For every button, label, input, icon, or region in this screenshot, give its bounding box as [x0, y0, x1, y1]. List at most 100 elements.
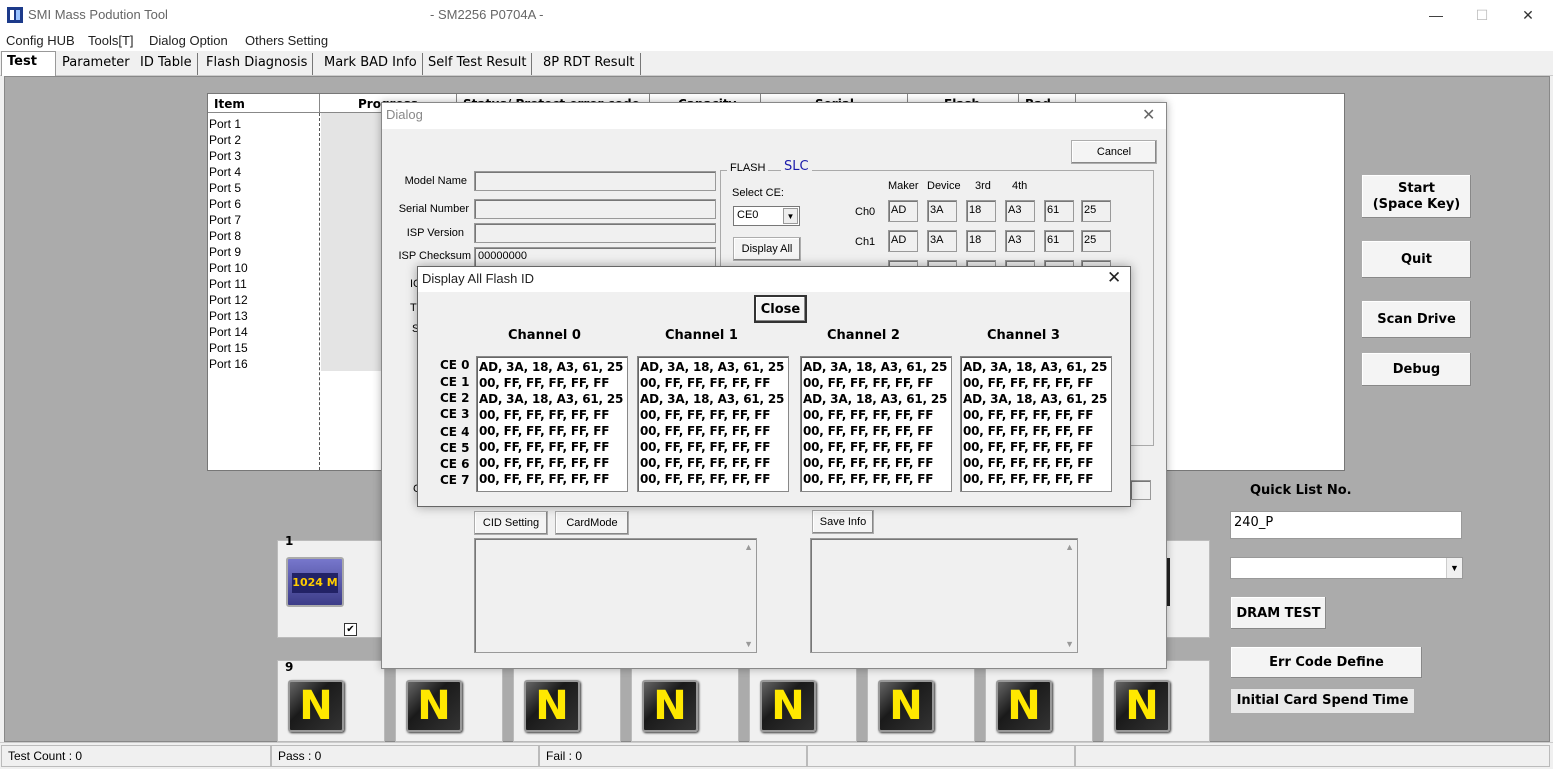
- ch1-id-field[interactable]: 61: [1044, 230, 1074, 252]
- cid-setting-button[interactable]: CID Setting: [474, 511, 548, 535]
- table-row[interactable]: Port 5: [209, 180, 241, 196]
- app-title: SMI Mass Podution Tool: [28, 7, 168, 22]
- channel-2-ids[interactable]: AD, 3A, 18, A3, 61, 25 00, FF, FF, FF, F…: [800, 356, 952, 492]
- slot-checkbox[interactable]: ✔: [344, 623, 357, 636]
- ch1-id-field[interactable]: AD: [888, 230, 918, 252]
- maximize-button[interactable]: ☐: [1459, 0, 1505, 30]
- channel-0-ids[interactable]: AD, 3A, 18, A3, 61, 25 00, FF, FF, FF, F…: [476, 356, 628, 492]
- minimize-button[interactable]: —: [1413, 0, 1459, 30]
- chevron-down-icon[interactable]: ▼: [783, 208, 798, 224]
- col-item[interactable]: Item: [208, 94, 320, 113]
- table-row[interactable]: Port 3: [209, 148, 241, 164]
- table-row[interactable]: Port 6: [209, 196, 241, 212]
- progress-strip: [321, 113, 383, 371]
- ch0-id-field[interactable]: 25: [1081, 200, 1111, 222]
- popup-close-icon[interactable]: ✕: [1107, 268, 1121, 288]
- tab-mark-bad-info[interactable]: Mark BAD Info: [319, 53, 423, 75]
- err-code-define-button[interactable]: Err Code Define: [1230, 646, 1423, 679]
- flash-id-line: 00, FF, FF, FF, FF, FF: [803, 472, 934, 486]
- table-row[interactable]: Port 14: [209, 324, 248, 340]
- menu-dialog-option[interactable]: Dialog Option: [149, 33, 228, 48]
- scroll-down-icon[interactable]: ▼: [744, 639, 753, 649]
- flash-id-line: 00, FF, FF, FF, FF, FF: [640, 456, 771, 470]
- status-cell-empty: [1075, 745, 1550, 767]
- ch0-id-field[interactable]: A3: [1005, 200, 1035, 222]
- quick-list-select[interactable]: ▼: [1230, 557, 1463, 579]
- dialog-field-right[interactable]: [1130, 480, 1151, 500]
- table-row[interactable]: Port 12: [209, 292, 248, 308]
- ch1-id-field[interactable]: 3A: [927, 230, 957, 252]
- card-mode-button[interactable]: CardMode: [555, 511, 629, 535]
- table-row[interactable]: Port 16: [209, 356, 248, 372]
- tab-test[interactable]: Test: [1, 51, 56, 76]
- tab-self-test-result[interactable]: Self Test Result: [423, 53, 533, 75]
- menu-others-setting[interactable]: Others Setting: [245, 33, 328, 48]
- flash-id-line: 00, FF, FF, FF, FF, FF: [963, 472, 1094, 486]
- scroll-down-icon[interactable]: ▼: [1065, 639, 1074, 649]
- flash-id-line: AD, 3A, 18, A3, 61, 25: [640, 360, 785, 374]
- chevron-down-icon[interactable]: ▼: [1446, 558, 1462, 578]
- table-row[interactable]: Port 10: [209, 260, 248, 276]
- quick-list-label: Quick List No.: [1250, 483, 1352, 498]
- table-row[interactable]: Port 1: [209, 116, 241, 132]
- dialog-close-icon[interactable]: ✕: [1142, 105, 1155, 125]
- display-all-button[interactable]: Display All: [733, 237, 801, 261]
- scroll-up-icon[interactable]: ▲: [744, 542, 753, 552]
- start-button[interactable]: Start (Space Key): [1361, 174, 1472, 219]
- info-textarea-left[interactable]: ▲ ▼: [474, 538, 757, 653]
- quick-list-input[interactable]: 240_P: [1230, 511, 1462, 539]
- table-row[interactable]: Port 9: [209, 244, 241, 260]
- ch0-id-field[interactable]: AD: [888, 200, 918, 222]
- select-ce-dropdown[interactable]: CE0 ▼: [733, 206, 800, 226]
- title-bar: [0, 0, 1553, 30]
- flash-id-line: AD, 3A, 18, A3, 61, 25: [963, 392, 1108, 406]
- scroll-up-icon[interactable]: ▲: [1065, 542, 1074, 552]
- table-row[interactable]: Port 8: [209, 228, 241, 244]
- ch0-id-field[interactable]: 61: [1044, 200, 1074, 222]
- tab-8p-rdt-result[interactable]: 8P RDT Result: [538, 53, 641, 75]
- channel-3-ids[interactable]: AD, 3A, 18, A3, 61, 25 00, FF, FF, FF, F…: [960, 356, 1112, 492]
- channel-header: Channel 2: [827, 328, 900, 343]
- debug-button[interactable]: Debug: [1361, 352, 1472, 387]
- table-row[interactable]: Port 13: [209, 308, 248, 324]
- channel-1-ids[interactable]: AD, 3A, 18, A3, 61, 25 00, FF, FF, FF, F…: [637, 356, 789, 492]
- isp-version-field[interactable]: [474, 223, 716, 243]
- ch0-id-field[interactable]: 18: [966, 200, 996, 222]
- ch0-id-field[interactable]: 3A: [927, 200, 957, 222]
- info-textarea-right[interactable]: ▲ ▼: [810, 538, 1078, 653]
- dialog-title: Dialog: [386, 107, 423, 122]
- status-cell-empty: [807, 745, 1075, 767]
- save-info-button[interactable]: Save Info: [812, 510, 874, 534]
- ch1-id-field[interactable]: 25: [1081, 230, 1111, 252]
- table-row[interactable]: Port 15: [209, 340, 248, 356]
- scan-drive-button[interactable]: Scan Drive: [1361, 300, 1472, 339]
- ch1-id-field[interactable]: 18: [966, 230, 996, 252]
- close-button[interactable]: ✕: [1505, 0, 1551, 30]
- no-card-icon: N: [996, 680, 1052, 732]
- ce-label: CE 0: [440, 358, 470, 372]
- tab-flash-diagnosis[interactable]: Flash Diagnosis: [201, 53, 314, 75]
- table-row[interactable]: Port 4: [209, 164, 241, 180]
- table-row[interactable]: Port 11: [209, 276, 247, 292]
- menu-tools[interactable]: Tools[T]: [88, 33, 134, 48]
- tab-parameter[interactable]: Parameter: [57, 53, 136, 75]
- maker-header: Maker: [888, 180, 919, 192]
- flash-id-line: 00, FF, FF, FF, FF, FF: [803, 408, 934, 422]
- tab-id-table[interactable]: ID Table: [135, 53, 198, 75]
- dram-test-button[interactable]: DRAM TEST: [1230, 596, 1327, 630]
- isp-checksum-field[interactable]: 00000000: [474, 247, 716, 267]
- ch1-id-field[interactable]: A3: [1005, 230, 1035, 252]
- select-ce-label: Select CE:: [732, 187, 784, 199]
- serial-number-field[interactable]: [474, 199, 716, 219]
- table-row[interactable]: Port 7: [209, 212, 241, 228]
- table-row[interactable]: Port 2: [209, 132, 241, 148]
- model-name-field[interactable]: [474, 171, 716, 191]
- quit-button[interactable]: Quit: [1361, 240, 1472, 279]
- menu-config-hub[interactable]: Config HUB: [6, 33, 75, 48]
- close-button[interactable]: Close: [754, 295, 807, 323]
- cancel-button[interactable]: Cancel: [1071, 140, 1157, 164]
- slot-panel: [1165, 540, 1210, 638]
- flash-id-line: 00, FF, FF, FF, FF, FF: [479, 472, 610, 486]
- sd-card-icon: 1024 M: [286, 557, 344, 607]
- no-card-icon: N: [642, 680, 698, 732]
